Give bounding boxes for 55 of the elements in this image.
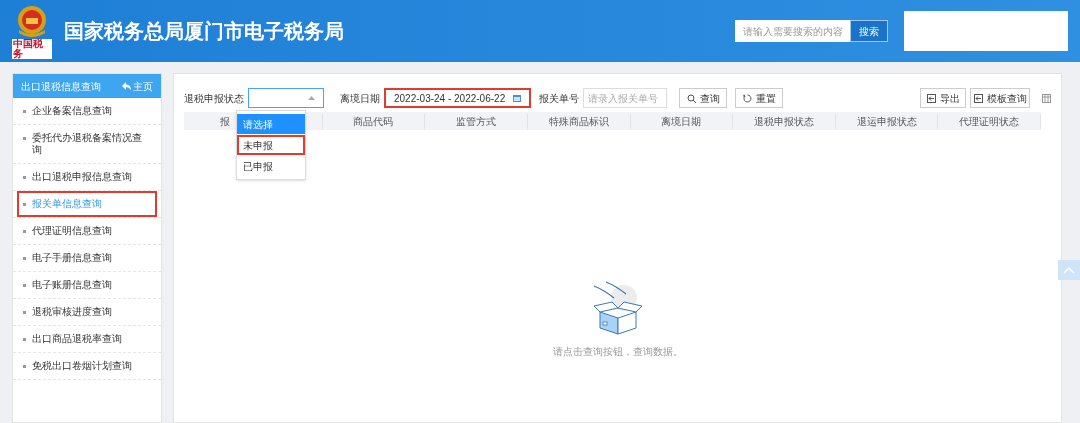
query-button[interactable]: 查询 [679,88,728,108]
refresh-icon [742,93,752,103]
search-button[interactable]: 搜索 [850,20,888,42]
date-label: 离境日期 [340,91,380,106]
sidebar-item[interactable]: 免税出口卷烟计划查询 [19,355,155,377]
template-query-button[interactable]: 模板查询 [970,88,1030,108]
sidebar-item[interactable]: 电子账册信息查询 [19,274,155,296]
caret-up-icon [308,96,315,100]
bullet-icon [23,311,26,314]
bullet-icon [23,365,26,368]
bullet-icon [23,338,26,341]
empty-message: 请点击查询按钮，查询数据。 [552,345,683,359]
number-label: 报关单号 [539,91,580,106]
column-header: 商品代码 [322,113,426,129]
column-header: 特殊商品标识 [527,113,631,129]
logo-caption: 中国税务 [12,38,52,59]
column-header: 代理证明状态 [938,113,1041,129]
bullet-icon [23,110,26,113]
empty-box-drawing [591,280,644,336]
bullet-icon [23,176,26,179]
bullet-icon [23,137,26,140]
export-button[interactable]: 导出 [920,88,966,108]
reset-button[interactable]: 重置 [735,88,784,108]
sidebar-item[interactable]: 委托代办退税备案情况查询 [19,127,155,161]
site-title: 国家税务总局厦门市电子税务局 [64,19,344,44]
sidebar-item[interactable]: 出口商品退税率查询 [19,328,155,350]
column-header: 离境日期 [630,113,734,129]
dropdown-option[interactable]: 未申报 [237,135,305,155]
sidebar-item[interactable]: 退税审核进度查询 [19,301,155,323]
date-range-field[interactable]: 2022-03-24 - 2022-06-22 [384,88,532,108]
column-header: 退税申报状态 [733,113,836,129]
dropdown-option[interactable]: 已申报 [237,156,305,176]
sidebar-title: 出口退税信息查询 [21,79,101,94]
columns-icon[interactable] [1042,93,1051,103]
search-field[interactable]: 请输入需要搜索的内容 [735,20,850,42]
sidebar-item[interactable]: 出口退税申报信息查询 [19,166,155,188]
status-select[interactable] [248,88,324,108]
number-field[interactable]: 请录入报关单号 [583,88,668,108]
column-header: 监管方式 [425,113,528,129]
bullet-icon [23,257,26,260]
sidebar-item[interactable]: 代理证明信息查询 [19,220,155,242]
emblem-icon [15,3,49,38]
bullet-icon [23,203,26,206]
status-label: 退税申报状态 [184,91,244,106]
search-icon [686,93,696,103]
export-icon [926,93,936,103]
back-arrow-icon [122,82,131,90]
sidebar-item[interactable]: 企业备案信息查询 [19,100,155,122]
sidebar-item[interactable]: 电子手册信息查询 [19,247,155,269]
export-icon [973,93,983,103]
chevron-up-icon [1063,266,1075,274]
bullet-icon [23,284,26,287]
calendar-icon [513,94,522,102]
bullet-icon [23,230,26,233]
column-header: 退运申报状态 [835,113,939,129]
